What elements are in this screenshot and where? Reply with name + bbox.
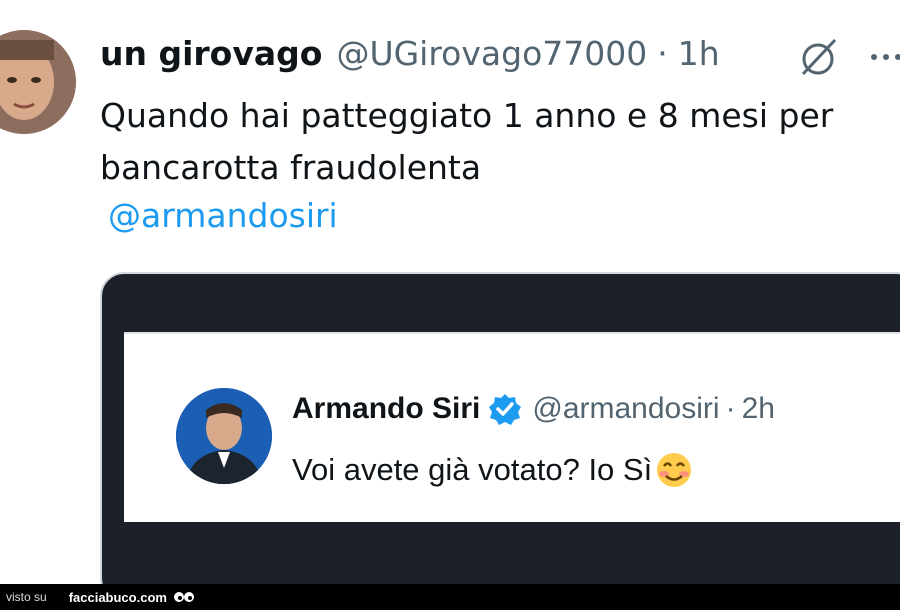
quoted-tweet-text: Voi avete già votato? Io Sì (292, 452, 653, 487)
verified-badge-icon (489, 394, 522, 425)
author-name[interactable]: un girovago (100, 34, 322, 73)
quoted-tweet-card: Armando Siri @armandosiri · 2h Voi avete… (124, 332, 900, 522)
grok-icon[interactable] (795, 34, 841, 80)
eyes-logo-icon (173, 592, 194, 602)
watermark-prefix: visto su (6, 590, 47, 604)
tweet-header: un girovago @UGirovago77000 · 1h (100, 34, 720, 78)
header-separator: · (657, 34, 668, 73)
tweet-media[interactable]: Armando Siri @armandosiri · 2h Voi avete… (100, 272, 900, 602)
quoted-author-avatar (176, 388, 272, 484)
quoted-tweet-header: Armando Siri @armandosiri · 2h (292, 392, 775, 426)
author-handle[interactable]: @UGirovago77000 (336, 34, 647, 73)
quoted-author-handle: @armandosiri (532, 392, 720, 425)
quoted-avatar-image (176, 388, 272, 484)
quoted-tweet-text-row: Voi avete già votato? Io Sì (292, 450, 694, 490)
more-icon[interactable] (868, 50, 900, 64)
quoted-tweet-time: 2h (741, 392, 775, 425)
author-avatar[interactable] (0, 30, 76, 134)
smiling-face-icon (657, 453, 692, 487)
watermark-bar: visto su facciabuco.com (0, 584, 900, 610)
tweet-text: Quando hai patteggiato 1 anno e 8 mesi p… (100, 96, 834, 187)
quoted-header-separator: · (725, 392, 736, 425)
mention-link[interactable]: @armandosiri (108, 196, 338, 235)
quoted-author-name: Armando Siri (292, 392, 481, 425)
tweet-time[interactable]: 1h (678, 34, 720, 73)
author-avatar-image (0, 30, 76, 134)
watermark-site: facciabuco.com (68, 589, 167, 605)
